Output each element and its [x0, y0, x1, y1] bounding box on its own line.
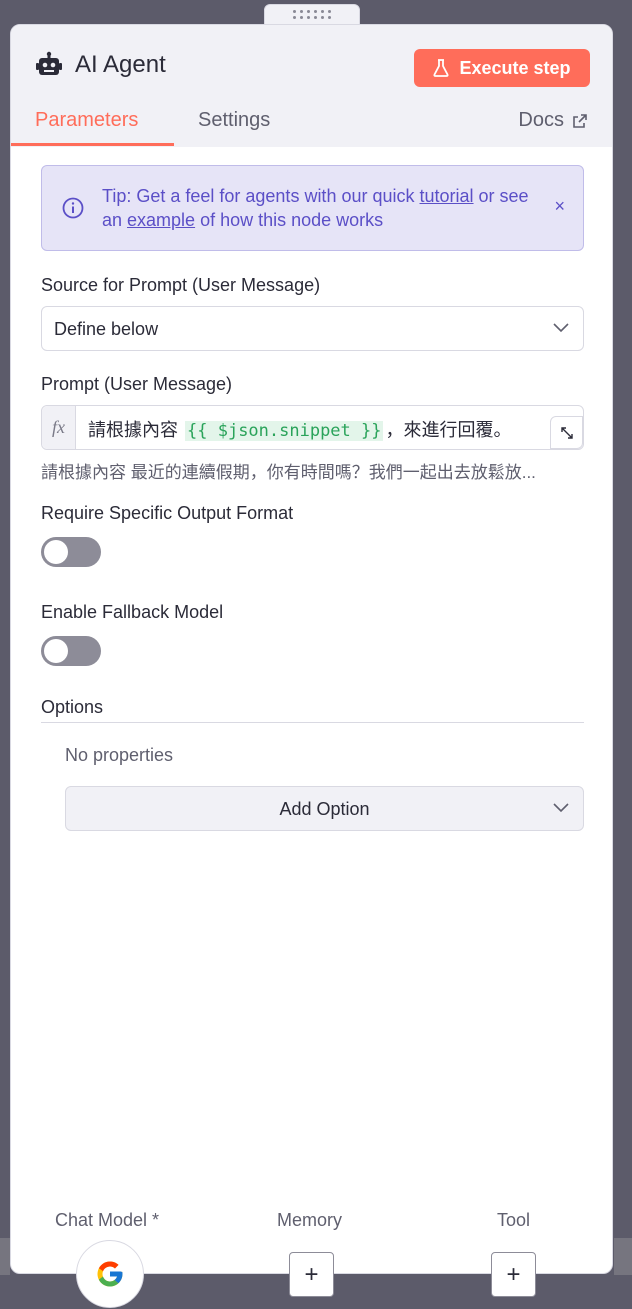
chevron-down-icon [553, 803, 569, 813]
tip-prefix: Tip: Get a feel for agents with our quic… [102, 186, 420, 206]
google-icon [97, 1261, 123, 1287]
source-prompt-select[interactable]: Define below [41, 306, 584, 351]
add-option-select[interactable]: Add Option [65, 786, 584, 831]
prompt-value: 請根據內容 {{ $json.snippet }} ，來進行回覆。 [88, 416, 511, 442]
source-prompt-label: Source for Prompt (User Message) [41, 275, 321, 295]
node-settings-panel: AI Agent Execute step Parameters Setting… [10, 24, 613, 1274]
expand-editor-button[interactable] [550, 416, 583, 449]
no-properties-text: No properties [65, 745, 174, 765]
prompt-expression: {{ $json.snippet }} [185, 421, 384, 441]
docs-link[interactable]: Docs [518, 109, 588, 132]
source-prompt-value: Define below [54, 319, 159, 339]
active-tab-indicator [11, 143, 174, 146]
drag-dots-icon [293, 9, 331, 19]
example-link[interactable]: example [127, 210, 195, 230]
tip-banner: Tip: Get a feel for agents with our quic… [41, 165, 584, 251]
execute-step-label: Execute step [459, 57, 571, 78]
output-format-label: Require Specific Output Format [41, 503, 294, 523]
options-divider [41, 722, 584, 723]
info-icon [62, 197, 84, 219]
prompt-input[interactable]: fx 請根據內容 {{ $json.snippet }} ，來進行回覆。 [41, 405, 584, 450]
tool-label: Tool [497, 1210, 531, 1230]
toggle-knob [44, 540, 68, 564]
expand-icon [560, 426, 573, 439]
chat-model-label: Chat Model * [55, 1210, 160, 1230]
tab-settings[interactable]: Settings [198, 109, 270, 132]
panel-tabs: Parameters Settings Docs [11, 105, 612, 147]
tutorial-link[interactable]: tutorial [420, 186, 474, 206]
fx-icon: fx [42, 406, 76, 449]
add-option-label: Add Option [279, 799, 370, 819]
external-link-icon [573, 113, 587, 128]
toggle-knob [44, 639, 68, 663]
tip-suffix: of how this node works [195, 210, 384, 230]
add-tool-button[interactable]: + [491, 1252, 536, 1297]
node-title-text: AI Agent [75, 51, 166, 78]
chat-model-node[interactable] [76, 1240, 144, 1308]
chevron-down-icon [553, 323, 569, 333]
close-tip-button[interactable]: × [554, 196, 565, 217]
robot-icon [36, 51, 62, 75]
canvas-background [0, 1238, 10, 1275]
docs-label: Docs [518, 109, 564, 131]
options-label: Options [41, 697, 104, 717]
prompt-text-before: 請根據內容 [88, 420, 184, 440]
execute-step-button[interactable]: Execute step [414, 49, 590, 87]
tip-text: Tip: Get a feel for agents with our quic… [102, 184, 542, 232]
prompt-label: Prompt (User Message) [41, 374, 233, 394]
memory-label: Memory [277, 1210, 343, 1230]
fallback-toggle[interactable] [41, 636, 101, 666]
prompt-preview: 請根據內容 最近的連續假期，你有時間嗎？我們一起出去放鬆放... [41, 463, 536, 482]
output-format-toggle[interactable] [41, 537, 101, 567]
canvas-background [614, 1238, 632, 1275]
panel-header: AI Agent Execute step Parameters Setting… [11, 25, 612, 147]
fallback-label: Enable Fallback Model [41, 602, 224, 622]
node-title: AI Agent [35, 51, 166, 79]
add-memory-button[interactable]: + [289, 1252, 334, 1297]
prompt-text-after: ，來進行回覆。 [385, 420, 512, 440]
flask-icon [433, 59, 449, 77]
tab-parameters[interactable]: Parameters [35, 109, 138, 132]
